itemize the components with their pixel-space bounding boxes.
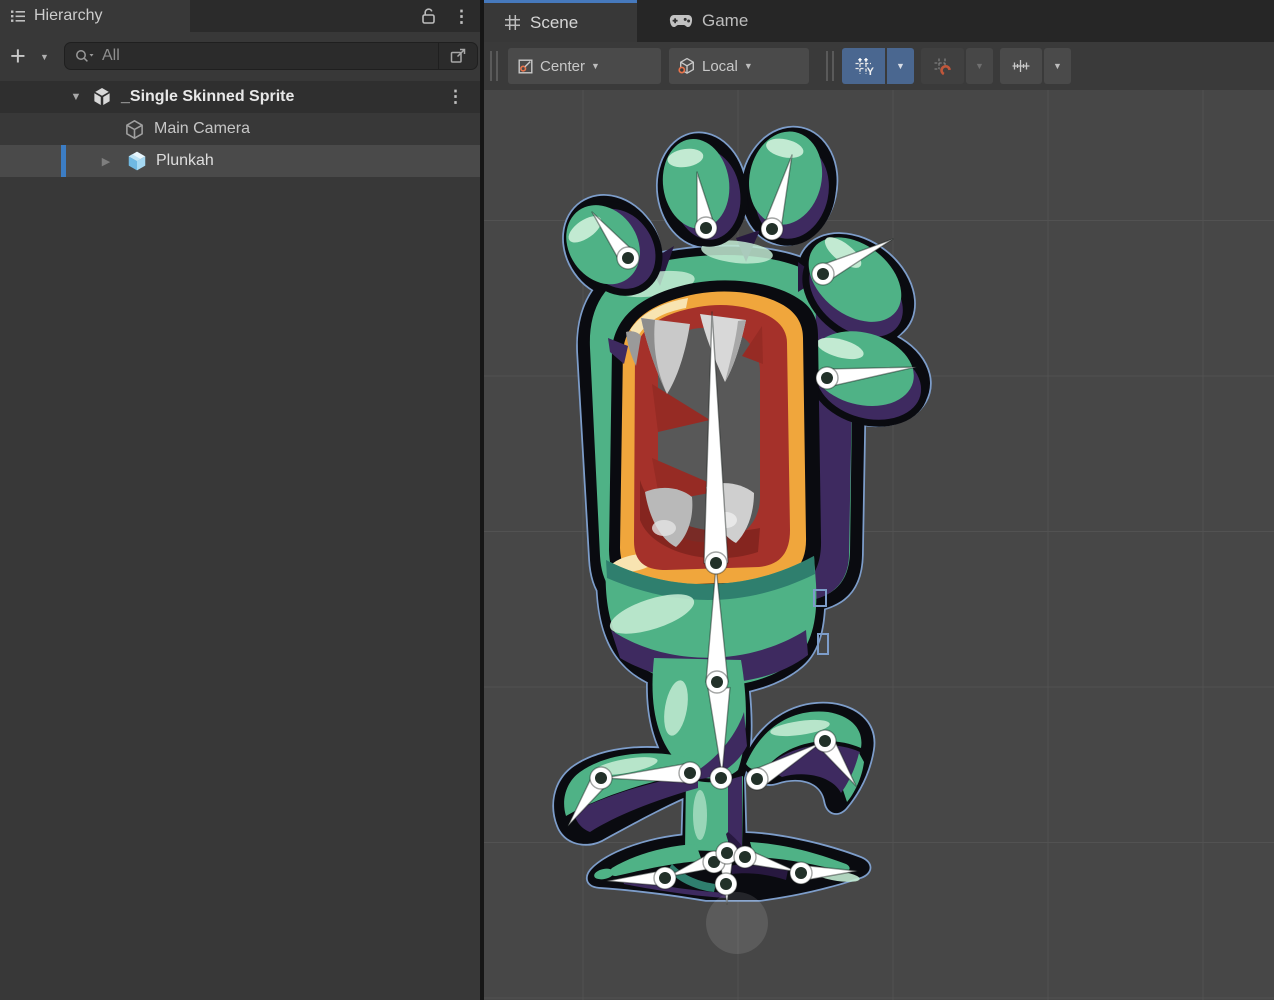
sprite-pivot-circle[interactable] — [706, 892, 768, 954]
snap-magnet-icon — [933, 57, 952, 76]
prefab-model-icon — [126, 150, 148, 172]
scene-viewport[interactable] — [484, 90, 1274, 1000]
rotation-caret-icon: ▼ — [744, 61, 753, 71]
hierarchy-row-scene[interactable]: ▼ _Single Skinned Sprite ⋮ — [0, 81, 480, 113]
pick-window-icon[interactable] — [438, 43, 477, 69]
add-object-caret-icon[interactable]: ▼ — [40, 52, 49, 62]
hierarchy-actions: ⋮ — [420, 0, 470, 32]
snap-increment-caret[interactable]: ▼ — [1044, 48, 1071, 84]
hierarchy-panel: Hierarchy ⋮ + ▼ — [0, 0, 480, 1000]
grid-axis-label: Y — [867, 66, 874, 78]
hierarchy-tree: ▼ _Single Skinned Sprite ⋮ — [0, 81, 480, 177]
prefab-override-bar — [61, 145, 66, 177]
hierarchy-row-main-camera[interactable]: Main Camera — [0, 113, 480, 145]
pivot-center-icon — [517, 58, 534, 75]
scene-menu-icon[interactable]: ⋮ — [447, 88, 464, 105]
local-space-icon — [678, 57, 696, 75]
unity-editor: Hierarchy ⋮ + ▼ — [0, 0, 1274, 1000]
unity-scene-icon — [92, 87, 112, 107]
game-tab-label: Game — [702, 11, 748, 31]
search-input[interactable] — [102, 47, 438, 65]
tab-game[interactable]: Game — [649, 0, 770, 42]
snap-increment-button[interactable] — [1000, 48, 1042, 84]
hierarchy-tab-label: Hierarchy — [34, 7, 102, 25]
toolbar-drag-handle-2[interactable] — [826, 51, 836, 81]
scene-toolbar: Center ▼ Local ▼ — [484, 42, 1274, 90]
tab-scene[interactable]: Scene — [484, 0, 637, 42]
plunkah-label: Plunkah — [156, 152, 214, 170]
scene-tabstrip: Scene Game — [484, 0, 1274, 42]
ruler-icon — [1011, 58, 1031, 74]
scene-tab-label: Scene — [530, 13, 578, 33]
unlock-icon[interactable] — [420, 7, 437, 25]
hierarchy-tabstrip: Hierarchy ⋮ — [0, 0, 480, 32]
snap-caret-icon: ▼ — [975, 61, 984, 71]
scene-panel: Scene Game — [484, 0, 1274, 1000]
pivot-caret-icon: ▼ — [591, 61, 600, 71]
grid-snapping-toggle[interactable] — [921, 48, 964, 84]
tab-hierarchy[interactable]: Hierarchy — [0, 0, 190, 32]
hierarchy-row-plunkah[interactable]: ▶ Plunkah — [0, 145, 480, 177]
grid-y-axis-icon: Y — [854, 57, 873, 76]
hierarchy-toolbar: + ▼ — [0, 32, 480, 80]
grid-snapping-caret[interactable]: ▼ — [966, 48, 993, 84]
grid-caret-icon: ▼ — [896, 61, 905, 71]
rotation-mode-dropdown[interactable]: Local ▼ — [669, 48, 809, 84]
hierarchy-list-icon — [10, 9, 26, 23]
hierarchy-search — [64, 42, 478, 70]
grid-visibility-caret[interactable]: ▼ — [887, 48, 914, 84]
toolbar-drag-handle[interactable] — [490, 51, 500, 81]
pivot-mode-label: Center — [540, 58, 585, 75]
camera-label: Main Camera — [154, 120, 250, 138]
hierarchy-menu-icon[interactable]: ⋮ — [453, 8, 470, 25]
ruler-caret-icon: ▼ — [1053, 61, 1062, 71]
camera-object-icon — [124, 119, 145, 140]
rotation-mode-label: Local — [702, 58, 738, 75]
add-object-button[interactable]: + — [10, 38, 26, 74]
gamepad-icon — [669, 14, 693, 29]
pivot-mode-dropdown[interactable]: Center ▼ — [508, 48, 661, 84]
foldout-collapsed-icon[interactable]: ▶ — [98, 155, 114, 168]
search-icon[interactable] — [65, 48, 102, 64]
foldout-expanded-icon[interactable]: ▼ — [68, 91, 84, 103]
scene-name-label: _Single Skinned Sprite — [121, 88, 294, 106]
grid-visibility-toggle[interactable]: Y — [842, 48, 885, 84]
scene-grid-icon — [504, 14, 521, 31]
